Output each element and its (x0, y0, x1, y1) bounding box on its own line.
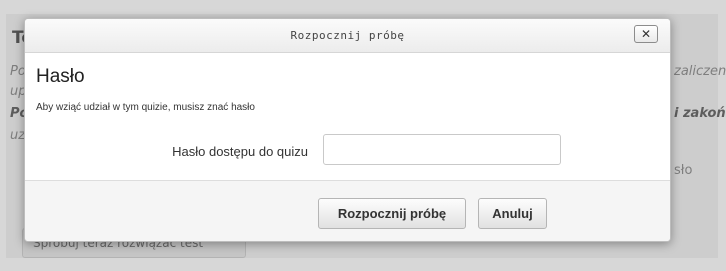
close-icon: ✕ (640, 27, 652, 41)
start-attempt-button[interactable]: Rozpocznij próbę (318, 198, 466, 229)
cancel-button[interactable]: Anuluj (478, 198, 547, 229)
dialog-body: Hasło Aby wziąć udział w tym quizie, mus… (25, 54, 670, 180)
close-button[interactable]: ✕ (634, 25, 658, 43)
dialog-header: Rozpocznij próbę ✕ (25, 19, 670, 53)
password-heading: Hasło (36, 66, 85, 87)
quiz-password-label: Hasło dostępu do quizu (172, 144, 308, 159)
quiz-password-input[interactable] (323, 134, 561, 165)
dialog-footer: Rozpocznij próbę Anuluj (25, 180, 670, 241)
start-attempt-dialog: Rozpocznij próbę ✕ Hasło Aby wziąć udzia… (24, 18, 671, 242)
dialog-title: Rozpocznij próbę (290, 29, 405, 42)
password-description: Aby wziąć udział w tym quizie, musisz zn… (36, 102, 255, 113)
